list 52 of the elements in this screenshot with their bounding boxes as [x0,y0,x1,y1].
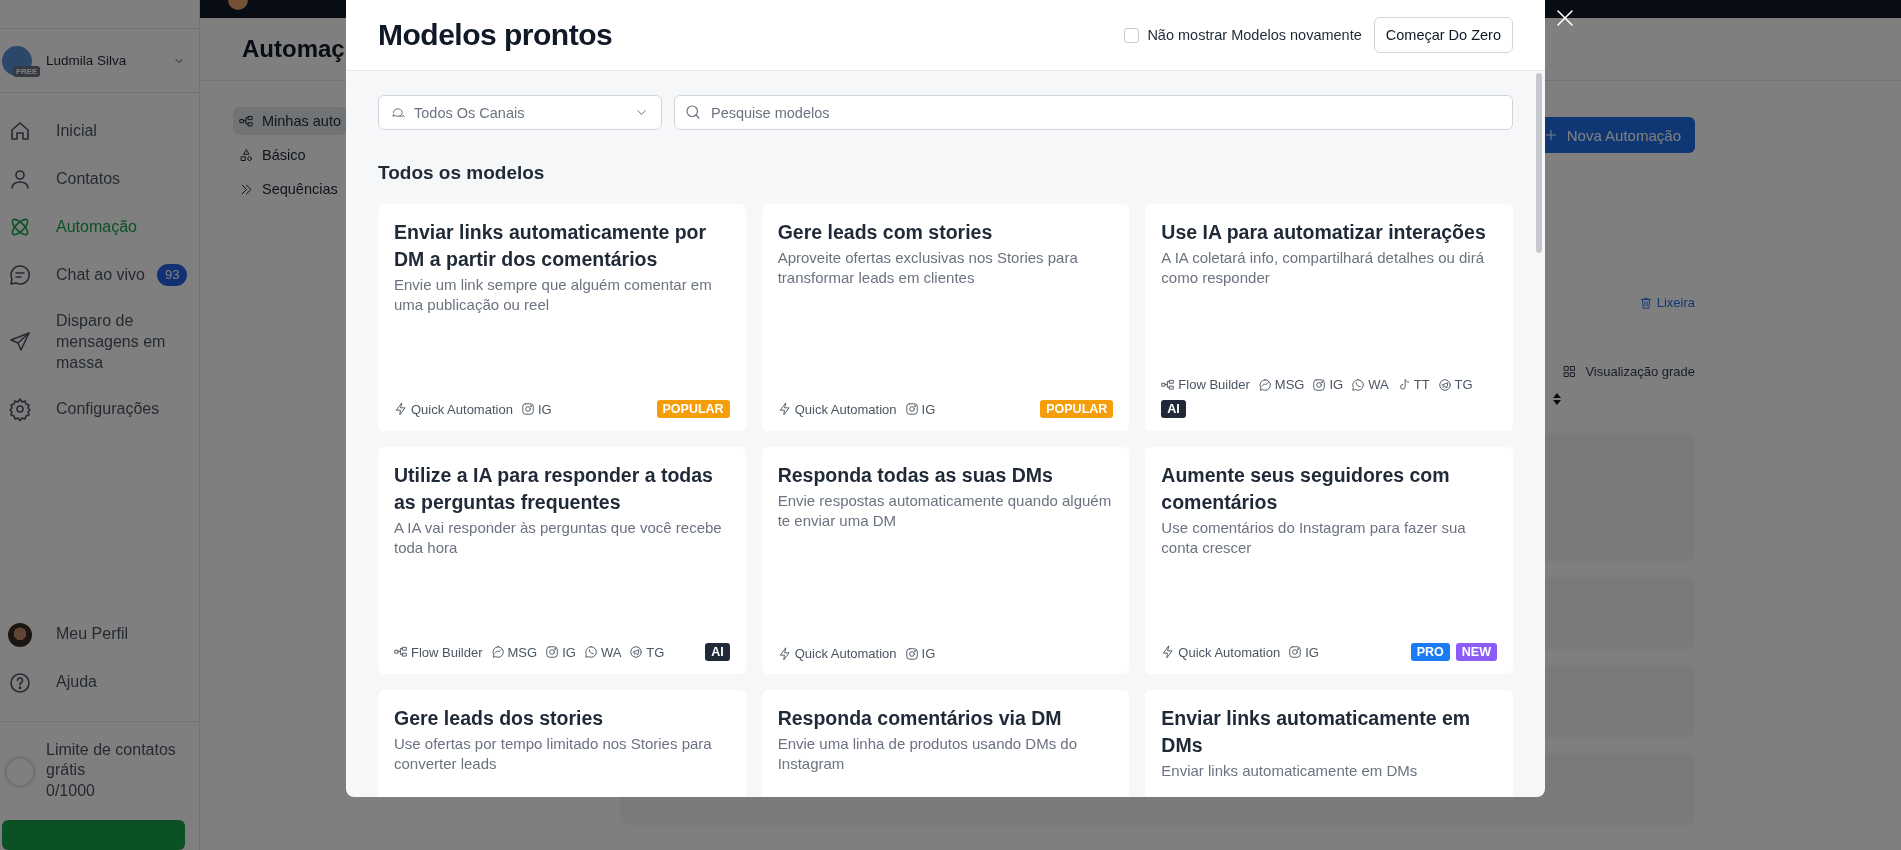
channel-tag: Flow Builder [394,644,483,660]
template-description: Use comentários do Instagram para fazer sua conta crescer [1161,518,1467,558]
template-description: Envie uma linha de produtos usando DMs do Instagram [777,734,1078,774]
template-badge: POPULAR [1040,400,1114,418]
template-description: Envie um link sempre que alguém comentar em uma publicação ou reel [394,275,713,315]
template-title: Gere leads com stories [777,220,994,245]
channel-tag: MSG [1257,377,1305,392]
modal-title: Modelos prontos [378,18,614,52]
template-badge: NEW [1455,643,1497,661]
channel-tag: IG [545,644,576,660]
template-title: Enviar links automaticamente em DMs [1161,706,1472,758]
channel-tag: Quick Automation [394,401,513,417]
template-description: Aproveite ofertas exclusivas nos Stories para transformar leads em clientes [777,248,1079,288]
channel-tag: TG [629,644,665,660]
limit-count: 0/1000 [46,781,96,802]
template-description: A IA vai responder às perguntas que você recebe toda hora [394,518,723,558]
channel-tag: WA [1351,377,1389,392]
template-badge: POPULAR [656,400,730,418]
template-title: Utilize a IA para responder a todas as perguntas frequentes [394,463,714,515]
channel-tag: MSG [490,644,538,660]
section-title: Todos os modelos [378,161,546,185]
channel-tag: Quick Automation [777,401,897,417]
template-badge: AI [705,643,730,661]
channel-tag: IG [904,646,936,661]
template-description: Use ofertas por tempo limitado nos Stories para converter leads [394,734,713,774]
template-title: Aumente seus seguidores com comentários [1161,463,1451,515]
channel-tag: IG [904,401,936,417]
page-title: Automaç [242,35,345,63]
template-badge: PRO [1410,643,1450,661]
channel-tag: TG [1437,377,1473,392]
limit-label: Limite de contatos grátis [46,739,176,781]
channel-tag: Quick Automation [1161,644,1281,660]
template-title: Gere leads dos stories [394,706,605,731]
channel-tag: Flow Builder [1161,377,1250,392]
template-description: A IA coletará info, compartilhará detalhes ou dirá como responder [1161,248,1486,288]
channel-tag: WA [583,644,622,660]
channel-tag: Quick Automation [777,646,897,661]
channel-tag: TT [1396,377,1430,392]
channel-tag: IG [1288,644,1319,660]
checkbox-label: Não mostrar Modelos novamente [1147,27,1362,43]
template-badge: AI [1161,400,1186,418]
template-description: Envie respostas automaticamente quando alguém te enviar uma DM [777,491,1113,531]
template-title: Responda comentários via DM [777,706,1063,731]
count-badge: 93 [156,263,188,287]
template-title: Responda todas as suas DMs [777,463,1054,488]
template-title: Enviar links automaticamente por DM a partir dos comentários [394,220,708,272]
plan-badge: FREE [13,65,41,77]
channel-tag: IG [1312,377,1344,392]
user-name: Ludmila Silva [46,53,128,68]
channel-tag: IG [520,401,552,417]
template-title: Use IA para automatizar interações [1161,220,1487,245]
template-description: Enviar links automaticamente em DMs [1161,761,1419,781]
